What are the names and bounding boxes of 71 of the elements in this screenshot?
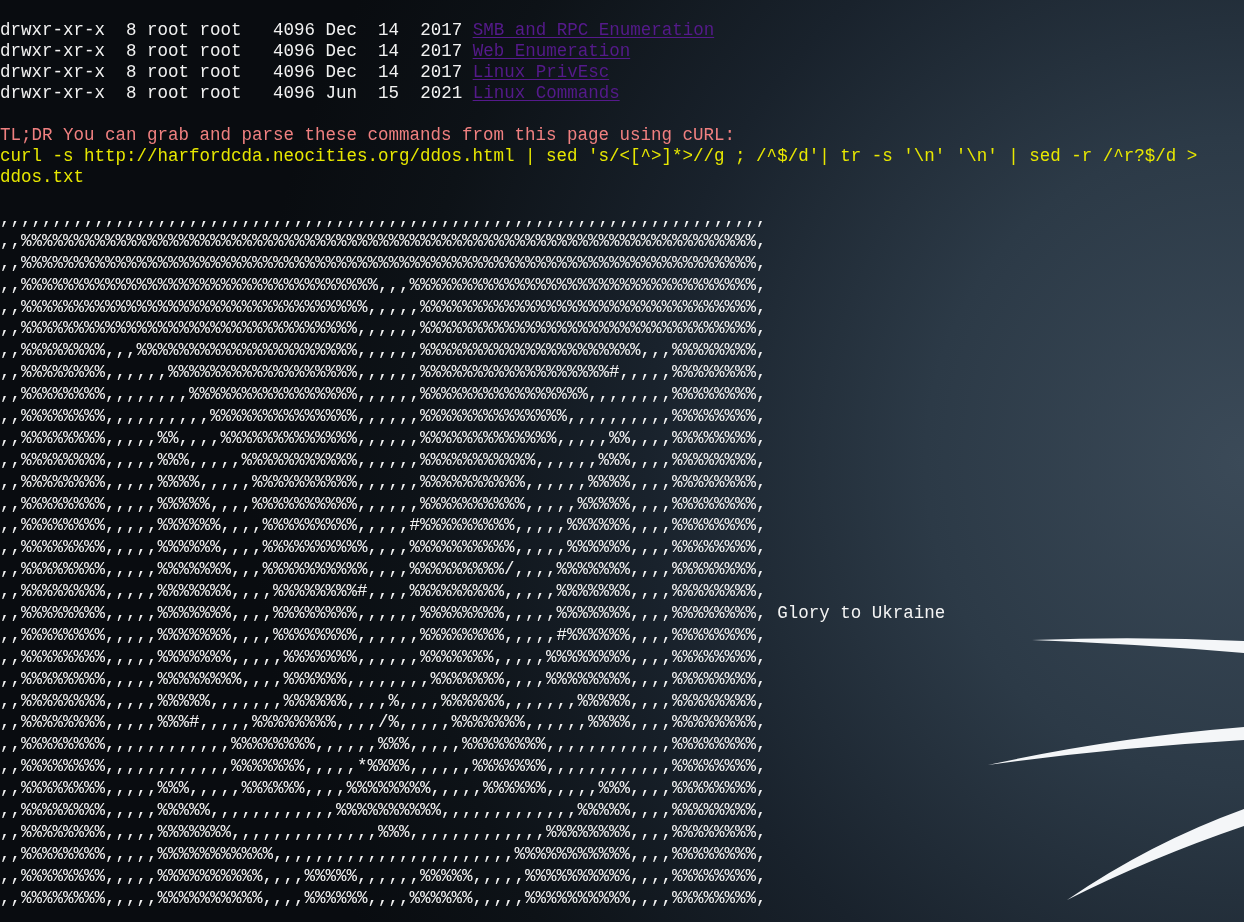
ascii-art-line: ,,%%%%%%%%,,,,,%%%%%%%%%%,,,,%%%%%,,,,,,%%%%%,,,,,%%%%%%%%%%,,,,%%%%%%%%, [0, 865, 767, 886]
ascii-art-line: ,,%%%%%%%%,,,,,,,,,,,,%%%%%%%%,,,,,,%%%,,,,,%%%%%%%%,,,,,,,,,,,,%%%%%%%%, [0, 734, 767, 755]
year-text: 2021 [420, 83, 463, 103]
ascii-art-line: ,,%%%%%%%%,,,,,%%%%%%%,,,,%%%%%%%%,,,,,,%%%%%%%%,,,,,%%%%%%%,,,,%%%%%%%%, [0, 603, 767, 624]
ascii-art-line: ,,%%%%%%%%,,,,,%%%%%%,,,,%%%%%%%%%,,,,,#%%%%%%%%%,,,,,%%%%%%,,,,%%%%%%%%, [0, 515, 767, 536]
directory-link[interactable]: Web Enumeration [472, 41, 631, 61]
month-text: Dec [325, 20, 358, 40]
ascii-art-line: ,,%%%%%%%%,,,,,%%%,,,,,%%%%%%%%%%%,,,,,,%%%%%%%%%%%,,,,,,%%%,,,,%%%%%%%%, [0, 449, 767, 470]
permissions-text: drwxr-xr-x [0, 83, 106, 103]
month-text: Jun [325, 83, 358, 103]
ascii-art-line: ,,%%%%%%%%,,,,,,,,,,,,%%%%%%%,,,,,*%%%%,,,,,,%%%%%%%,,,,,,,,,,,,%%%%%%%%, [0, 756, 767, 777]
ascii-art-line: ,,%%%%%%%%,,,%%%%%%%%%%%%%%%%%%%%%,,,,,,%%%%%%%%%%%%%%%%%%%%%,,,%%%%%%%%, [0, 340, 767, 361]
link-count-text: 8 [126, 20, 137, 40]
link-count-text: 8 [126, 41, 137, 61]
size-text: 4096 [273, 83, 316, 103]
owner-text: root [147, 20, 190, 40]
permissions-text: drwxr-xr-x [0, 62, 106, 82]
ascii-art-line: ,,%%%%%%%%,,,,,%%%%%%%,,,%%%%%%%%%%,,,,%%%%%%%%%/,,,,%%%%%%%,,,,%%%%%%%%, [0, 559, 767, 580]
ascii-art-line: ,,%%%%%%%%,,,,,%%%%%%,,,,%%%%%%%%%%,,,,%%%%%%%%%%,,,,,%%%%%%,,,,%%%%%%%%, [0, 537, 767, 558]
ascii-art-line: ,,%%%%%%%%,,,,,%%%%%%%%%%%,,,,,,,,,,,,,,,,,,,,,,,%%%%%%%%%%%,,,,%%%%%%%%, [0, 843, 767, 864]
day-text: 14 [378, 62, 400, 82]
ascii-art-line: ,,%%%%%%%%,,,,,%%%,,,,,%%%%%%,,,,%%%%%%%%,,,,,%%%%%%,,,,,%%%,,,,%%%%%%%%, [0, 778, 767, 799]
day-text: 14 [378, 20, 400, 40]
year-text: 2017 [420, 62, 463, 82]
ascii-art-line: ,,%%%%%%%%,,,,,%%%%,,,,,%%%%%%%%%%,,,,,,%%%%%%%%%%,,,,,,%%%%,,,,%%%%%%%%, [0, 471, 767, 492]
link-count-text: 8 [126, 62, 137, 82]
permissions-text: drwxr-xr-x [0, 41, 106, 61]
ascii-art-line: ,,%%%%%%%%,,,,,,,,%%%%%%%%%%%%%%%%,,,,,,%%%%%%%%%%%%%%%%,,,,,,,,%%%%%%%%, [0, 384, 767, 405]
size-text: 4096 [273, 62, 316, 82]
day-text: 14 [378, 41, 400, 61]
ascii-art-line: ,,%%%%%%%%%%%%%%%%%%%%%%%%%%%%%%%%%%,,,%%%%%%%%%%%%%%%%%%%%%%%%%%%%%%%%%, [0, 274, 767, 295]
ascii-art-line: ,,%%%%%%%%%%%%%%%%%%%%%%%%%%%%%%%%%%%%%%%%%%%%%%%%%%%%%%%%%%%%%%%%%%%%%%, [0, 230, 767, 251]
ascii-art-line: ,,%%%%%%%%,,,,,%%%#,,,,,%%%%%%%%,,,,/%,,,,,%%%%%%%,,,,,,%%%%,,,,%%%%%%%%, [0, 712, 767, 733]
year-text: 2017 [420, 41, 463, 61]
ascii-art-line: ,,%%%%%%%%,,,,,%%%%%%%,,,,%%%%%%%%#,,,,%%%%%%%%%,,,,,%%%%%%%,,,,%%%%%%%%, [0, 581, 767, 602]
ascii-art-line: ,,%%%%%%%%,,,,,%%%%%,,,,%%%%%%%%%%,,,,,,%%%%%%%%%%,,,,,%%%%%,,,,%%%%%%%%, [0, 493, 767, 514]
owner-text: root [147, 83, 190, 103]
caption-text: Glory to Ukraine [777, 603, 946, 624]
size-text: 4096 [273, 41, 316, 61]
ascii-art-line: ,,%%%%%%%%,,,,,%%%%%,,,,,,,%%%%%%,,,,%,,,,%%%%%%,,,,,,,%%%%%,,,,%%%%%%%%, [0, 690, 767, 711]
ascii-art-line: ,,%%%%%%%%,,,,,%%%%%,,,,,,,,,,,,%%%%%%%%%%,,,,,,,,,,,,,%%%%%,,,,%%%%%%%%, [0, 800, 767, 821]
ascii-art-line: ,,%%%%%%%%%%%%%%%%%%%%%%%%%%%%%%%%%%%%%%%%%%%%%%%%%%%%%%%%%%%%%%%%%%%%%%, [0, 252, 767, 273]
ascii-art-line: ,,%%%%%%%%,,,,,,,,,,%%%%%%%%%%%%%%,,,,,,%%%%%%%%%%%%%%,,,,,,,,,,%%%%%%%%, [0, 406, 767, 426]
ascii-art-line: ,,%%%%%%%%%%%%%%%%%%%%%%%%%%%%%%%%,,,,,,%%%%%%%%%%%%%%%%%%%%%%%%%%%%%%%%, [0, 318, 767, 339]
year-text: 2017 [420, 20, 463, 40]
ascii-art-line: ,,%%%%%%%%,,,,,%%,,,,%%%%%%%%%%%%%,,,,,,%%%%%%%%%%%%%,,,,,%%,,,,%%%%%%%%, [0, 427, 767, 448]
ascii-art-line: ,,%%%%%%%%,,,,,%%%%%%%,,,,,,,,,,,,,,%%%,,,,,,,,,,,,,%%%%%%%%,,,,%%%%%%%%, [0, 821, 767, 842]
size-text: 4096 [273, 20, 316, 40]
ascii-art-line: ,,%%%%%%%%,,,,,%%%%%%%,,,,%%%%%%%%,,,,,,%%%%%%%%,,,,,#%%%%%%,,,,%%%%%%%%, [0, 624, 767, 645]
ascii-art-line: ,,%%%%%%%%%%%%%%%%%%%%%%%%%%%%%%%%%,,,,,%%%%%%%%%%%%%%%%%%%%%%%%%%%%%%%%, [0, 296, 767, 317]
directory-link[interactable]: Linux PrivEsc [472, 62, 610, 82]
owner-text: root [147, 62, 190, 82]
day-text: 15 [378, 83, 400, 103]
month-text: Dec [325, 41, 358, 61]
ascii-art-line: ,,,,,,,,,,,,,,,,,,,,,,,,,,,,,,,,,,,,,,,,,,,,,,,,,,,,,,,,,,,,,,,,,,,,,,,,, [0, 209, 767, 229]
month-text: Dec [325, 62, 358, 82]
owner-text: root [147, 41, 190, 61]
directory-link[interactable]: SMB and RPC Enumeration [472, 20, 715, 40]
command-text: curl -s http://harfordcda.neocities.org/ddos.html | sed 's/<[^>]*>//g ; /^$/d'| tr -s '\n' '\n' | sed -r /^r?$/d > ddos.txt [0, 146, 1199, 188]
group-text: root [199, 62, 242, 82]
link-count-text: 8 [126, 83, 137, 103]
group-text: root [199, 41, 242, 61]
permissions-text: drwxr-xr-x [0, 20, 106, 40]
directory-link[interactable]: Linux Commands [472, 83, 620, 103]
ascii-art-line: ,,%%%%%%%%,,,,,%%%%%%%%%%,,,,%%%%%%,,,,%%%%%%,,,,,%%%%%%%%%%,,,,%%%%%%%%, [0, 887, 767, 908]
ascii-art-line: ,,%%%%%%%%,,,,,,%%%%%%%%%%%%%%%%%%,,,,,,%%%%%%%%%%%%%%%%%%#,,,,,%%%%%%%%, [0, 362, 767, 383]
ascii-art-line: ,,%%%%%%%%,,,,,%%%%%%%,,,,,%%%%%%%,,,,,,%%%%%%%,,,,,%%%%%%%%,,,,%%%%%%%%, [0, 646, 767, 667]
group-text: root [199, 83, 242, 103]
instruction-text: TL;DR You can grab and parse these commands from this page using cURL: [0, 125, 736, 146]
ascii-art-line: ,,%%%%%%%%,,,,,%%%%%%%%,,,,%%%%%%,,,,,,,,%%%%%%%,,,,%%%%%%%%,,,,%%%%%%%%, [0, 668, 767, 689]
group-text: root [199, 20, 242, 40]
